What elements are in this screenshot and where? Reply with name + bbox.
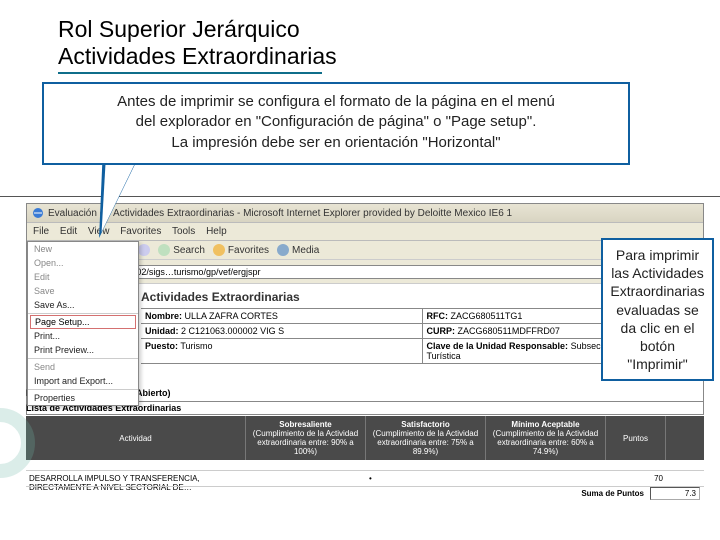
media-label: Media: [292, 245, 319, 256]
rfc-label: RFC:: [427, 311, 449, 321]
menu-tools[interactable]: Tools: [172, 226, 195, 237]
menu-file[interactable]: File: [33, 226, 49, 237]
menu-separator: [28, 389, 138, 390]
media-button[interactable]: Media: [277, 244, 319, 256]
menu-edit-item[interactable]: Edit: [28, 270, 138, 284]
address-input[interactable]: [50, 265, 683, 279]
callout-page-setup: Antes de imprimir se configura el format…: [42, 82, 630, 165]
menu-saveas[interactable]: Save As...: [28, 298, 138, 312]
eval-table-header: Actividad Sobresaliente(Cumplimiento de …: [26, 416, 704, 460]
score-value: 7.3: [650, 487, 700, 500]
col-actividad: Actividad: [26, 416, 246, 460]
title-line-2: Actividades Extraordinarias: [58, 43, 337, 70]
score-row: Suma de Puntos 7.3: [26, 486, 704, 500]
menu-help[interactable]: Help: [206, 226, 227, 237]
menu-import-export[interactable]: Import and Export...: [28, 374, 138, 388]
title-underline: [58, 72, 322, 74]
puesto-label: Puesto:: [145, 341, 178, 351]
menu-print-preview[interactable]: Print Preview...: [28, 343, 138, 357]
nombre-label: Nombre:: [145, 311, 182, 321]
home-icon[interactable]: [138, 244, 150, 256]
star-icon: [213, 244, 225, 256]
search-label: Search: [173, 245, 205, 256]
col-satisfactorio: Satisfactorio(Cumplimiento de la Activid…: [366, 416, 486, 460]
callout-line: Antes de imprimir se configura el format…: [58, 92, 614, 112]
callout-line: La impresión debe ser en orientación "Ho…: [58, 133, 614, 153]
title-line-1: Rol Superior Jerárquico: [58, 16, 337, 43]
file-menu-dropdown: New Open... Edit Save Save As... Page Se…: [27, 241, 139, 406]
menu-separator: [28, 358, 138, 359]
menu-new[interactable]: New: [28, 242, 138, 256]
menu-open[interactable]: Open...: [28, 256, 138, 270]
media-icon: [277, 244, 289, 256]
favorites-label: Favorites: [228, 245, 269, 256]
clave-label: Clave de la Unidad Responsable:: [427, 341, 569, 351]
col-puntos: Puntos: [606, 416, 666, 460]
menu-save[interactable]: Save: [28, 284, 138, 298]
menu-properties[interactable]: Properties: [28, 391, 138, 405]
curp-label: CURP:: [427, 326, 456, 336]
callout-text: Para imprimir las Actividades Extraordin…: [609, 246, 706, 373]
callout-line: del explorador en "Configuración de pági…: [58, 112, 614, 132]
rfc-value: ZACG680511TG1: [451, 311, 523, 321]
search-icon: [158, 244, 170, 256]
col-sobresaliente: Sobresaliente(Cumplimiento de la Activid…: [246, 416, 366, 460]
menu-edit[interactable]: Edit: [60, 226, 77, 237]
ie-icon: [32, 207, 44, 219]
slide-header: Rol Superior Jerárquico Actividades Extr…: [58, 16, 337, 74]
favorites-button[interactable]: Favorites: [213, 244, 269, 256]
nombre-value: ULLA ZAFRA CORTES: [185, 311, 278, 321]
callout-imprimir: Para imprimir las Actividades Extraordin…: [601, 238, 714, 381]
menu-separator: [28, 313, 138, 314]
puesto-value: Turismo: [180, 341, 212, 351]
menu-print[interactable]: Print...: [28, 329, 138, 343]
unidad-value: 2 C121063.000002 VIG S: [181, 326, 284, 336]
unidad-label: Unidad:: [145, 326, 179, 336]
score-label: Suma de Puntos: [575, 487, 650, 500]
menu-send[interactable]: Send: [28, 360, 138, 374]
menu-page-setup[interactable]: Page Setup...: [30, 315, 136, 329]
curp-value: ZACG680511MDFFRD07: [458, 326, 560, 336]
search-button[interactable]: Search: [158, 244, 205, 256]
col-minimo: Mínimo Aceptable(Cumplimiento de la Acti…: [486, 416, 606, 460]
